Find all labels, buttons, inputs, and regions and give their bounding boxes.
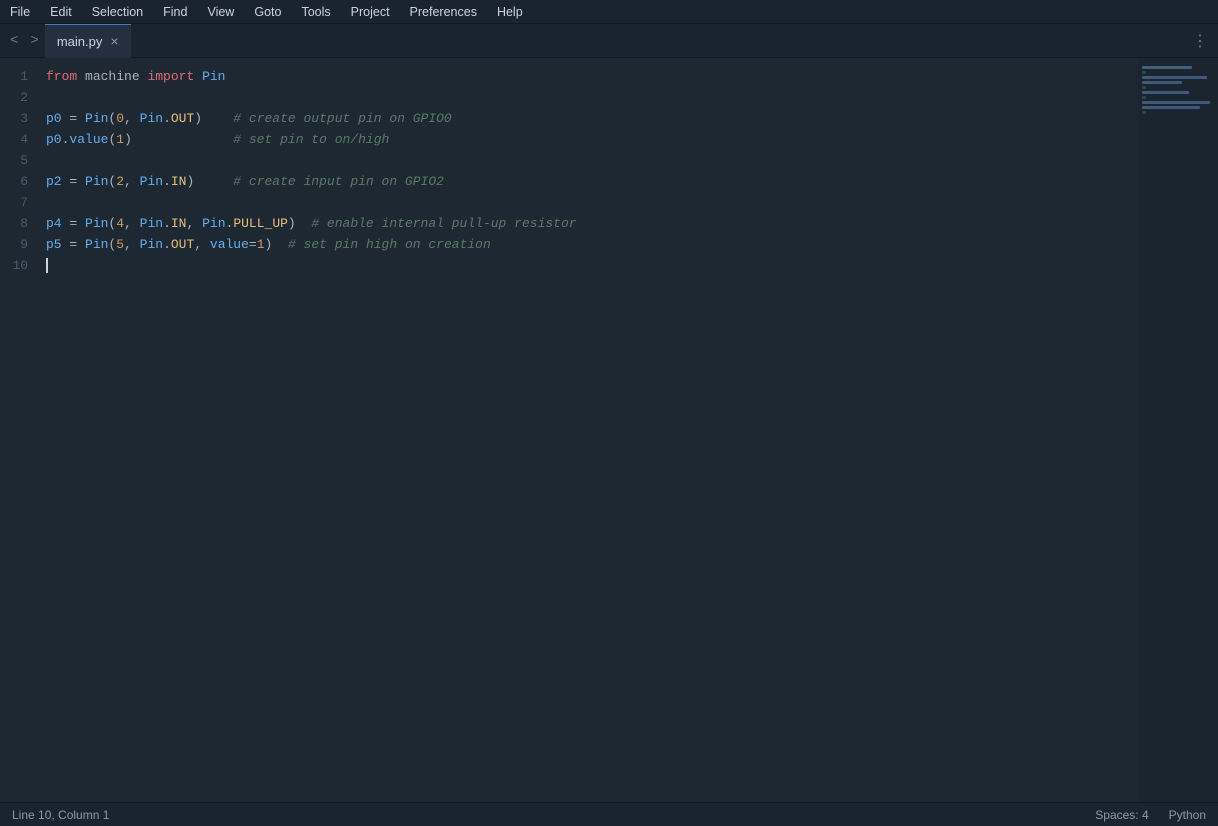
- menu-preferences[interactable]: Preferences: [400, 3, 487, 21]
- nav-forward-button[interactable]: >: [24, 29, 44, 53]
- var-p0-line3: p0: [46, 108, 62, 129]
- code-line-1: from machine import Pin: [46, 66, 1138, 87]
- comment-line8: # enable internal pull-up resistor: [311, 213, 576, 234]
- status-language[interactable]: Python: [1169, 808, 1206, 822]
- menu-file[interactable]: File: [0, 3, 40, 21]
- status-right-area: Spaces: 4 Python: [1095, 808, 1206, 822]
- code-line-10: [46, 255, 1138, 276]
- func-Pin-line8: Pin: [85, 213, 108, 234]
- status-position[interactable]: Line 10, Column 1: [12, 808, 109, 822]
- class-Pin: Pin: [202, 66, 225, 87]
- menu-tools[interactable]: Tools: [291, 3, 340, 21]
- tab-filename: main.py: [57, 34, 103, 49]
- minimap: [1138, 58, 1218, 802]
- menu-help[interactable]: Help: [487, 3, 533, 21]
- kw-from: from: [46, 66, 77, 87]
- code-line-6: p2 = Pin ( 2 , Pin . IN ) # create input…: [46, 171, 1138, 192]
- func-Pin-line6: Pin: [85, 171, 108, 192]
- line-num-8: 8: [0, 213, 28, 234]
- menu-view[interactable]: View: [197, 3, 244, 21]
- tab-bar: < > main.py × ⋮: [0, 24, 1218, 58]
- num-5-line9: 5: [116, 234, 124, 255]
- comment-line6: # create input pin on GPIO2: [233, 171, 444, 192]
- nav-back-button[interactable]: <: [4, 29, 24, 53]
- code-line-9: p5 = Pin ( 5 , Pin . OUT , value = 1 ) #…: [46, 234, 1138, 255]
- code-line-5: [46, 150, 1138, 171]
- more-options-button[interactable]: ⋮: [1182, 27, 1218, 55]
- line-num-3: 3: [0, 108, 28, 129]
- line-num-10: 10: [0, 255, 28, 276]
- num-2-line6: 2: [116, 171, 124, 192]
- menu-goto[interactable]: Goto: [244, 3, 291, 21]
- line-num-1: 1: [0, 66, 28, 87]
- tab-close-button[interactable]: ×: [110, 34, 118, 48]
- var-p5: p5: [46, 234, 62, 255]
- comment-line3: # create output pin on GPIO0: [233, 108, 451, 129]
- num-4-line8: 4: [116, 213, 124, 234]
- var-p2: p2: [46, 171, 62, 192]
- text-cursor: [46, 258, 48, 273]
- line-num-4: 4: [0, 129, 28, 150]
- func-Pin-line9: Pin: [85, 234, 108, 255]
- menu-selection[interactable]: Selection: [82, 3, 153, 21]
- code-line-7: [46, 192, 1138, 213]
- status-spaces[interactable]: Spaces: 4: [1095, 808, 1148, 822]
- comment-line4: # set pin to on/high: [233, 129, 389, 150]
- menu-project[interactable]: Project: [341, 3, 400, 21]
- line-num-9: 9: [0, 234, 28, 255]
- code-line-4: p0 . value ( 1 ) # set pin to on/high: [46, 129, 1138, 150]
- var-p4: p4: [46, 213, 62, 234]
- editor: 1 2 3 4 5 6 7 8 9 10 from machine import…: [0, 58, 1218, 802]
- line-num-2: 2: [0, 87, 28, 108]
- line-num-7: 7: [0, 192, 28, 213]
- status-position-area: Line 10, Column 1: [12, 808, 1095, 822]
- var-p0-line4: p0: [46, 129, 62, 150]
- menu-edit[interactable]: Edit: [40, 3, 82, 21]
- kw-import: import: [147, 66, 194, 87]
- func-value: value: [69, 129, 108, 150]
- code-line-3: p0 = Pin ( 0 , Pin . OUT ) # create outp…: [46, 108, 1138, 129]
- code-line-8: p4 = Pin ( 4 , Pin . IN , Pin . PULL_UP …: [46, 213, 1138, 234]
- comment-line9: # set pin high on creation: [288, 234, 491, 255]
- code-editor[interactable]: from machine import Pin p0 = Pin ( 0 , P…: [42, 58, 1138, 802]
- module-name: machine: [85, 66, 140, 87]
- func-Pin-line3: Pin: [85, 108, 108, 129]
- line-num-5: 5: [0, 150, 28, 171]
- line-numbers: 1 2 3 4 5 6 7 8 9 10: [0, 58, 42, 802]
- menu-bar: File Edit Selection Find View Goto Tools…: [0, 0, 1218, 24]
- line-num-6: 6: [0, 171, 28, 192]
- num-0-line3: 0: [116, 108, 124, 129]
- num-1-line4: 1: [116, 129, 124, 150]
- tab-main-py[interactable]: main.py ×: [45, 24, 131, 58]
- num-1-line9: 1: [257, 234, 265, 255]
- code-line-2: [46, 87, 1138, 108]
- menu-find[interactable]: Find: [153, 3, 197, 21]
- minimap-content: [1138, 58, 1218, 124]
- status-bar: Line 10, Column 1 Spaces: 4 Python: [0, 802, 1218, 826]
